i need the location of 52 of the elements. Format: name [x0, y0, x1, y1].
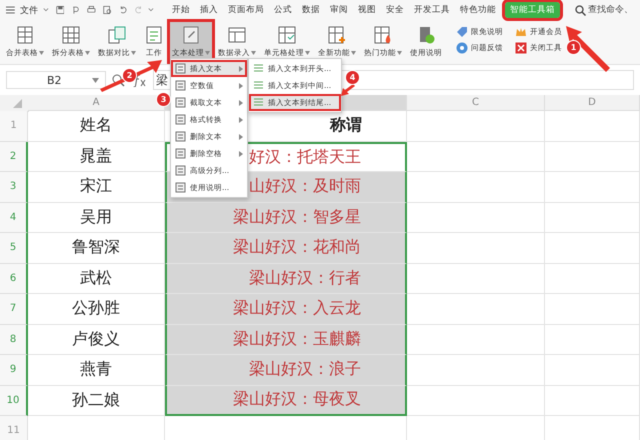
- menu-tab[interactable]: 特色功能: [455, 2, 502, 18]
- undo-icon: [118, 4, 128, 16]
- form-icon: [227, 25, 247, 45]
- menu-tab[interactable]: 公式: [269, 2, 298, 18]
- grid-icon: [61, 25, 81, 45]
- table-cell: 梁山好汉：玉麒麟: [165, 324, 407, 355]
- step-badge: 2: [122, 68, 137, 83]
- documents-icon: [107, 25, 127, 45]
- redo-icon: [134, 4, 144, 16]
- menu-tab[interactable]: 开发工具: [409, 2, 456, 18]
- menu-tab[interactable]: 安全: [381, 2, 410, 18]
- table-plus-icon: [327, 25, 347, 45]
- function-icon: [131, 74, 147, 86]
- menu-tab[interactable]: 开始: [167, 2, 196, 18]
- cell-check-icon: [277, 25, 297, 45]
- menu-tab[interactable]: 审阅: [325, 2, 354, 18]
- table-icon: [15, 25, 35, 45]
- table-cell: 梁山好汉：花和尚: [165, 233, 407, 264]
- lines-icon: [253, 80, 264, 91]
- name-box[interactable]: B2: [6, 71, 106, 89]
- lines-icon: [253, 63, 264, 74]
- menu-tab[interactable]: 页面布局: [223, 2, 270, 18]
- preview-icon: [102, 4, 112, 16]
- table-cell: 梁山好汉：智多星: [165, 202, 407, 233]
- lines-icon: [253, 97, 264, 108]
- crown-icon: [515, 26, 527, 38]
- step-badge: 4: [345, 70, 360, 85]
- tag-icon: [456, 26, 468, 38]
- menu-tab[interactable]: 插入: [195, 2, 224, 18]
- callout-arrow: [341, 84, 355, 96]
- table-cell: 梁山好汉：入云龙: [165, 294, 407, 324]
- chevron-icon: [148, 7, 154, 13]
- select-all-icon: [0, 95, 29, 112]
- help-icon: [456, 42, 468, 54]
- file-menu[interactable]: 文件: [20, 4, 38, 16]
- menu-tab[interactable]: 视图: [353, 2, 382, 18]
- table-cell: 梁山好汉：母夜叉: [165, 386, 407, 416]
- table-cell: 梁山好汉：浪子: [165, 355, 407, 386]
- search-icon: [575, 4, 586, 16]
- menu-tab[interactable]: 数据: [297, 2, 326, 18]
- table-flame-icon: [373, 25, 393, 45]
- table-cell: 梁山好汉：行者: [165, 264, 407, 294]
- pencil-icon: [181, 25, 201, 45]
- menu-icon: [6, 5, 15, 15]
- sheet-icon: [144, 25, 164, 45]
- table-cell: 姓名: [28, 111, 165, 142]
- callout-arrow: [566, 26, 610, 72]
- close-icon: [515, 42, 527, 54]
- save-icon: [56, 4, 64, 16]
- chevron-icon: [42, 7, 49, 13]
- step-badge: 3: [156, 92, 171, 107]
- caret-icon: [92, 78, 99, 82]
